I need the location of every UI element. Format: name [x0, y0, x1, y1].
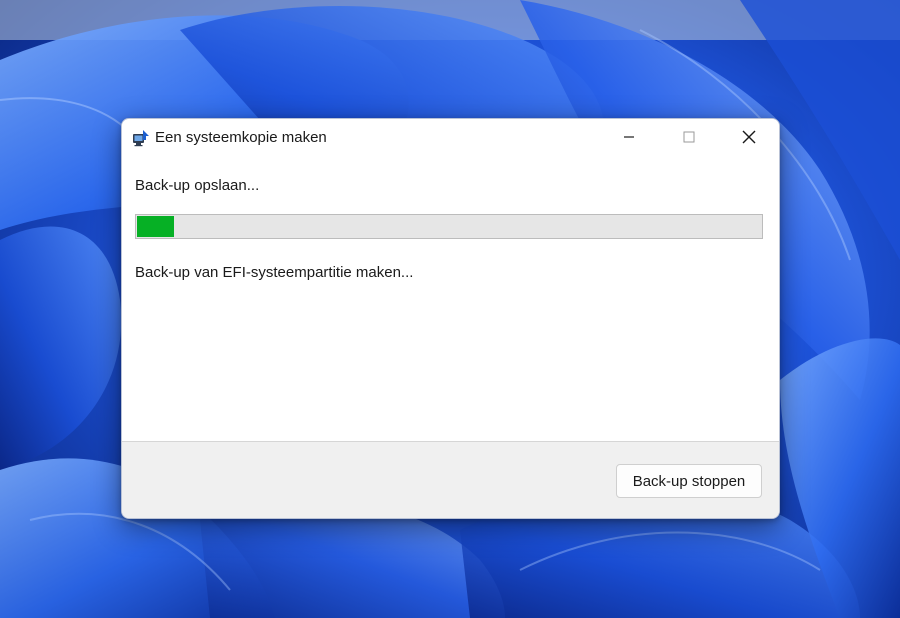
close-icon — [742, 130, 756, 144]
title-bar[interactable]: Een systeemkopie maken — [122, 119, 779, 157]
backup-detail-label: Back-up van EFI-systeempartitie maken... — [135, 264, 414, 281]
backup-computer-icon — [133, 130, 149, 147]
stop-backup-button[interactable]: Back-up stoppen — [616, 464, 762, 498]
desktop: Een systeemkopie maken Back-up opslaan..… — [0, 0, 900, 618]
close-button[interactable] — [719, 119, 779, 155]
progress-fill — [137, 216, 174, 237]
backup-status-label: Back-up opslaan... — [135, 177, 260, 194]
dialog-footer: Back-up stoppen — [122, 441, 779, 518]
minimize-icon — [624, 136, 634, 138]
backup-progress-bar — [135, 214, 763, 239]
maximize-icon — [683, 131, 695, 143]
maximize-button[interactable] — [659, 119, 719, 155]
window-title: Een systeemkopie maken — [155, 129, 327, 146]
minimize-button[interactable] — [599, 119, 659, 155]
backup-dialog-window: Een systeemkopie maken Back-up opslaan..… — [121, 118, 780, 519]
